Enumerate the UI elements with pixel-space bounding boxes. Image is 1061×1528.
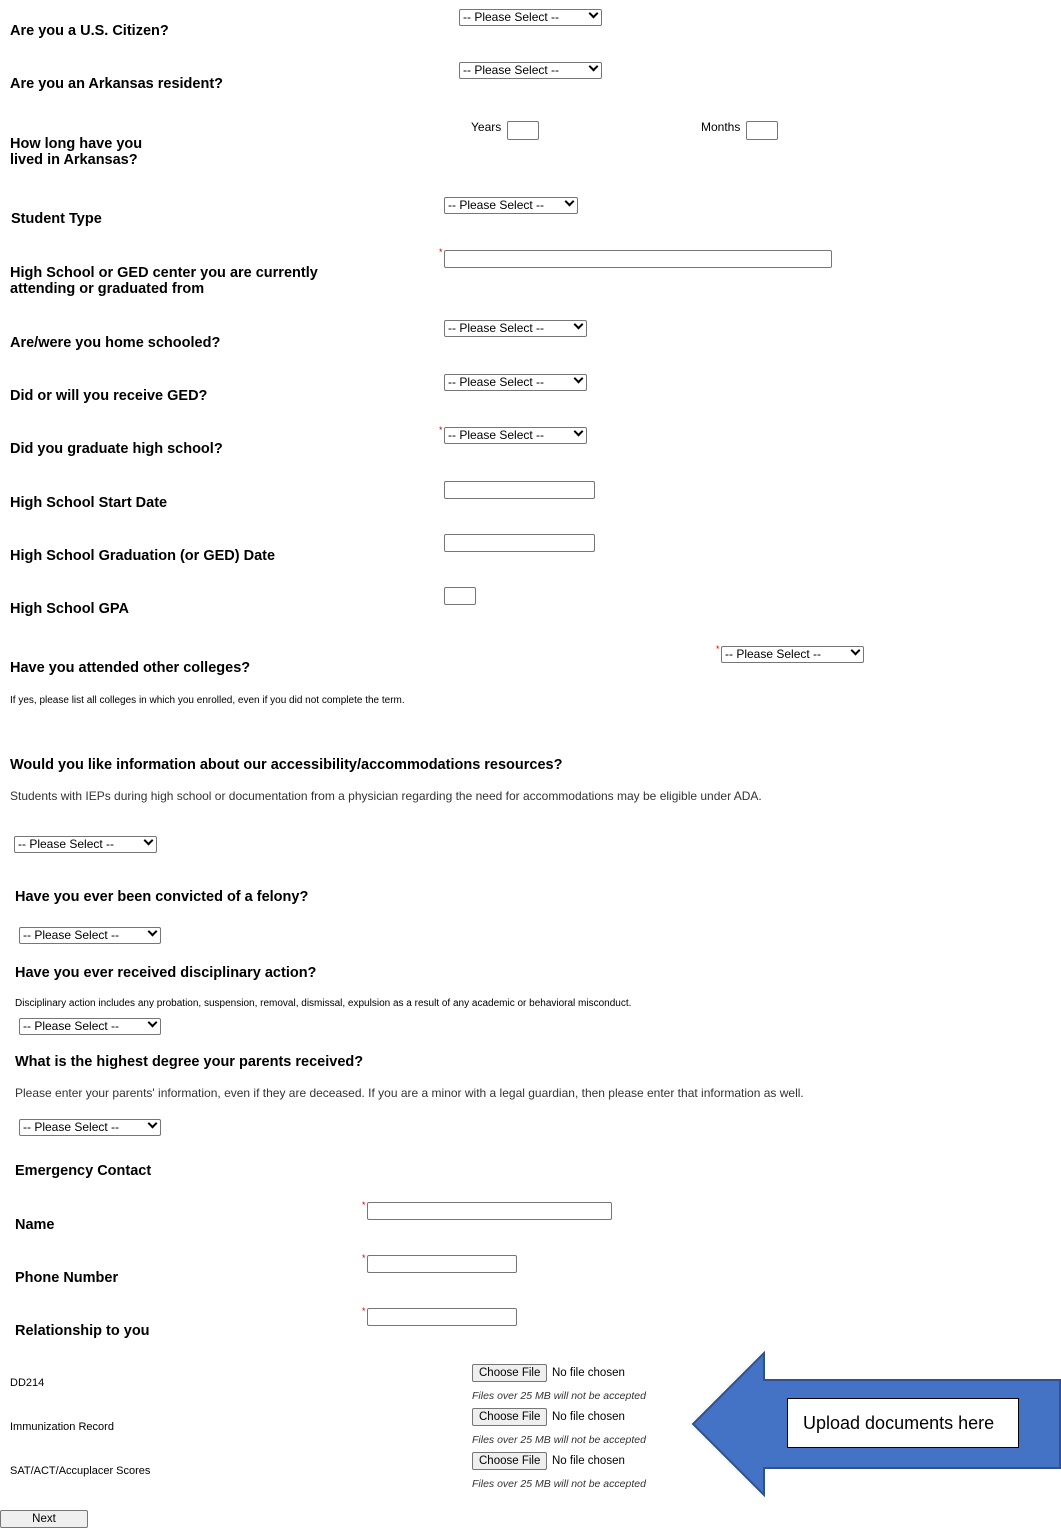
parents-degree-select[interactable]: -- Please Select -- <box>19 1119 161 1136</box>
hs-gpa-label: High School GPA <box>10 601 129 617</box>
emergency-phone-input[interactable] <box>367 1255 517 1273</box>
emergency-name-input[interactable] <box>367 1202 612 1220</box>
select-value: -- Please Select -- <box>18 837 115 851</box>
years-label: Years <box>471 120 502 134</box>
chevron-down-icon <box>590 10 597 25</box>
emergency-heading: Emergency Contact <box>15 1163 152 1179</box>
upload-callout: Upload documents here <box>787 1398 1019 1448</box>
emergency-relationship-input[interactable] <box>367 1308 517 1326</box>
chevron-down-icon <box>149 1019 156 1034</box>
student-type-select[interactable]: -- Please Select -- <box>444 197 578 214</box>
choose-file-button-immunization[interactable]: Choose File <box>472 1408 548 1426</box>
felony-select[interactable]: -- Please Select -- <box>19 927 161 944</box>
emergency-relationship-label: Relationship to you <box>15 1323 150 1339</box>
accessibility-select[interactable]: -- Please Select -- <box>14 836 157 853</box>
required-marker: * <box>362 1253 366 1263</box>
chevron-down-icon <box>590 63 597 78</box>
select-value: -- Please Select -- <box>725 647 822 661</box>
emergency-phone-label: Phone Number <box>15 1270 119 1286</box>
upload-label-dd214: DD214 <box>10 1377 45 1389</box>
high-school-label: High School or GED center you are curren… <box>10 265 318 297</box>
required-marker: * <box>439 247 443 257</box>
felony-label: Have you ever been convicted of a felony… <box>15 889 309 905</box>
upload-callout-text: Upload documents here <box>803 1413 995 1433</box>
other-colleges-note: If yes, please list all colleges in whic… <box>10 695 405 706</box>
home-schooled-select[interactable]: -- Please Select -- <box>444 320 587 337</box>
chevron-down-icon <box>149 928 156 943</box>
years-input[interactable] <box>507 121 539 140</box>
chevron-down-icon <box>149 1120 156 1135</box>
next-button[interactable]: Next <box>0 1510 88 1528</box>
chevron-down-icon <box>852 647 859 662</box>
required-marker: * <box>362 1306 366 1316</box>
chevron-down-icon <box>575 375 582 390</box>
months-input[interactable] <box>746 121 778 140</box>
ged-label: Did or will you receive GED? <box>10 388 208 404</box>
citizen-label: Are you a U.S. Citizen? <box>10 23 169 39</box>
student-type-label: Student Type <box>11 211 102 227</box>
select-value: -- Please Select -- <box>463 10 560 24</box>
select-value: -- Please Select -- <box>23 928 120 942</box>
select-value: -- Please Select -- <box>448 428 545 442</box>
home-schooled-label: Are/were you home schooled? <box>10 335 221 351</box>
file-status-dd214: No file chosen <box>552 1367 625 1379</box>
disciplinary-label: Have you ever received disciplinary acti… <box>15 965 317 981</box>
disciplinary-note: Disciplinary action includes any probati… <box>15 998 632 1009</box>
high-school-input[interactable] <box>444 250 832 268</box>
file-size-note-dd214: Files over 25 MB will not be accepted <box>472 1390 646 1402</box>
upload-label-immunization: Immunization Record <box>10 1421 114 1433</box>
file-status-immunization: No file chosen <box>552 1411 625 1423</box>
chevron-down-icon <box>575 428 582 443</box>
required-marker: * <box>716 644 720 654</box>
ged-select[interactable]: -- Please Select -- <box>444 374 587 391</box>
hs-grad-label: High School Graduation (or GED) Date <box>10 548 276 564</box>
parents-degree-label: What is the highest degree your parents … <box>15 1054 364 1070</box>
file-size-note-scores: Files over 25 MB will not be accepted <box>472 1478 646 1490</box>
file-size-note-immunization: Files over 25 MB will not be accepted <box>472 1434 646 1446</box>
graduate-hs-select[interactable]: -- Please Select -- <box>444 427 587 444</box>
select-value: -- Please Select -- <box>23 1120 120 1134</box>
accessibility-note: Students with IEPs during high school or… <box>10 789 762 803</box>
resident-label: Are you an Arkansas resident? <box>10 76 224 92</box>
parents-note: Please enter your parents' information, … <box>15 1086 804 1100</box>
choose-file-button-scores[interactable]: Choose File <box>472 1452 548 1470</box>
months-label: Months <box>701 120 741 134</box>
other-colleges-select[interactable]: -- Please Select -- <box>721 646 864 663</box>
disciplinary-select[interactable]: -- Please Select -- <box>19 1018 161 1035</box>
select-value: -- Please Select -- <box>448 198 545 212</box>
emergency-name-label: Name <box>15 1217 55 1233</box>
chevron-down-icon <box>575 321 582 336</box>
hs-start-input[interactable] <box>444 481 595 499</box>
resident-select[interactable]: -- Please Select -- <box>459 62 602 79</box>
select-value: -- Please Select -- <box>463 63 560 77</box>
upload-label-scores: SAT/ACT/Accuplacer Scores <box>10 1465 151 1477</box>
select-value: -- Please Select -- <box>448 321 545 335</box>
other-colleges-label: Have you attended other colleges? <box>10 660 251 676</box>
chevron-down-icon <box>566 198 573 213</box>
chevron-down-icon <box>145 837 152 852</box>
file-status-scores: No file chosen <box>552 1455 625 1467</box>
hs-grad-input[interactable] <box>444 534 595 552</box>
select-value: -- Please Select -- <box>23 1019 120 1033</box>
graduate-hs-label: Did you graduate high school? <box>10 441 223 457</box>
select-value: -- Please Select -- <box>448 375 545 389</box>
citizen-select[interactable]: -- Please Select -- <box>459 9 602 26</box>
hs-start-label: High School Start Date <box>10 495 168 511</box>
required-marker: * <box>362 1200 366 1210</box>
how-long-label: How long have you lived in Arkansas? <box>10 136 143 168</box>
accessibility-label: Would you like information about our acc… <box>10 757 563 773</box>
choose-file-button-dd214[interactable]: Choose File <box>472 1364 548 1382</box>
hs-gpa-input[interactable] <box>444 587 476 605</box>
required-marker: * <box>439 425 443 435</box>
